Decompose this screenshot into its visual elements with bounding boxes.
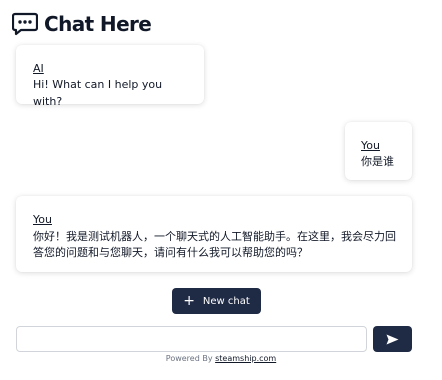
footer: Powered By steamship.com <box>0 354 442 363</box>
message-input[interactable] <box>16 326 367 352</box>
app-header: Chat Here <box>12 10 152 38</box>
message-bubble-user: You 你是谁 <box>345 122 412 180</box>
message-sender: You <box>33 213 52 226</box>
message-bubble-ai: AI Hi! What can I help you with? <box>16 45 204 108</box>
message-text: 你好！我是测试机器人，一个聊天式的人工智能助手。在这里，我会尽力回答您的问题和与… <box>33 230 396 259</box>
send-button[interactable] <box>373 326 412 352</box>
message-composer <box>16 326 412 352</box>
plus-icon: + <box>183 293 195 309</box>
new-chat-label: New chat <box>202 295 250 307</box>
message-sender: AI <box>33 62 44 75</box>
send-arrow-icon <box>386 334 399 344</box>
footer-prefix: Powered By <box>165 354 216 363</box>
new-chat-button[interactable]: + New chat <box>172 288 261 314</box>
message-text: Hi! What can I help you with? <box>33 78 163 108</box>
message-text: 你是谁 <box>361 155 394 168</box>
steamship-link[interactable]: steamship.com <box>215 354 276 363</box>
message-sender: You <box>361 139 380 152</box>
chat-bubble-dots-icon <box>12 12 38 36</box>
page-title: Chat Here <box>44 12 152 36</box>
message-bubble-ai: You 你好！我是测试机器人，一个聊天式的人工智能助手。在这里，我会尽力回答您的… <box>16 196 412 272</box>
